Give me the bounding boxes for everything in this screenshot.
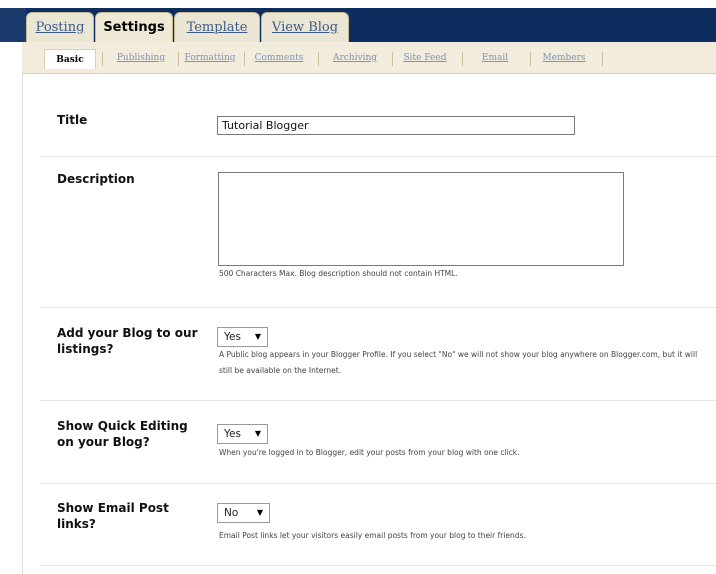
subtab-divider — [462, 52, 463, 66]
description-label: Description — [57, 172, 135, 186]
subtab-divider — [102, 52, 103, 66]
section-divider — [40, 400, 716, 401]
tab-posting[interactable]: Posting — [26, 12, 94, 42]
listings-help-text: A Public blog appears in your Blogger Pr… — [219, 350, 698, 375]
email-links-help-text: Email Post links let your visitors easil… — [219, 531, 526, 540]
email-links-select-value: No — [224, 507, 239, 519]
content-left-border — [22, 74, 23, 574]
subtab-divider — [318, 52, 319, 66]
tab-settings[interactable]: Settings — [95, 12, 173, 43]
section-divider — [40, 565, 716, 566]
subtab-divider — [178, 52, 179, 66]
tab-template[interactable]: Template — [174, 12, 260, 42]
subtab-publishing[interactable]: Publishing — [111, 50, 171, 66]
description-help-text: 500 Characters Max. Blog description sho… — [219, 269, 458, 278]
quick-editing-select-value: Yes — [224, 428, 241, 440]
section-divider — [40, 483, 716, 484]
subtab-comments[interactable]: Comments — [248, 50, 310, 66]
section-divider — [40, 307, 716, 308]
top-nav-bar: Posting Settings Template View Blog — [0, 0, 716, 43]
listings-label: Add your Blog to our listings? — [57, 326, 198, 356]
caret-down-icon: ▼ — [256, 508, 263, 517]
subtab-divider — [392, 52, 393, 66]
title-input[interactable]: Tutorial Blogger — [217, 116, 575, 135]
settings-subnav: Basic Publishing Formatting Comments Arc… — [22, 42, 716, 74]
quick-editing-select[interactable]: Yes ▼ — [217, 424, 268, 444]
description-textarea[interactable] — [218, 172, 624, 266]
listings-select-value: Yes — [224, 331, 241, 343]
quick-editing-label: Show Quick Editing on your Blog? — [57, 419, 188, 449]
subtab-members[interactable]: Members — [534, 50, 594, 66]
top-nav-edge — [0, 8, 26, 42]
subtab-formatting[interactable]: Formatting — [182, 50, 238, 66]
tab-view-blog[interactable]: View Blog — [261, 12, 349, 42]
subtab-divider — [602, 52, 603, 66]
email-links-label: Show Email Post links? — [57, 501, 169, 531]
subtab-email[interactable]: Email — [468, 50, 522, 66]
quick-editing-help-text: When you're logged in to Blogger, edit y… — [219, 448, 520, 457]
subtab-divider — [530, 52, 531, 66]
listings-select[interactable]: Yes ▼ — [217, 327, 268, 347]
subtab-site-feed[interactable]: Site Feed — [395, 50, 455, 66]
subtab-basic[interactable]: Basic — [44, 49, 96, 69]
caret-down-icon: ▼ — [254, 332, 261, 341]
email-links-select[interactable]: No ▼ — [217, 503, 270, 523]
subtab-archiving[interactable]: Archiving — [324, 50, 386, 66]
caret-down-icon: ▼ — [254, 429, 261, 438]
subtab-divider — [244, 52, 245, 66]
section-divider — [40, 156, 716, 157]
title-label: Title — [57, 113, 88, 127]
